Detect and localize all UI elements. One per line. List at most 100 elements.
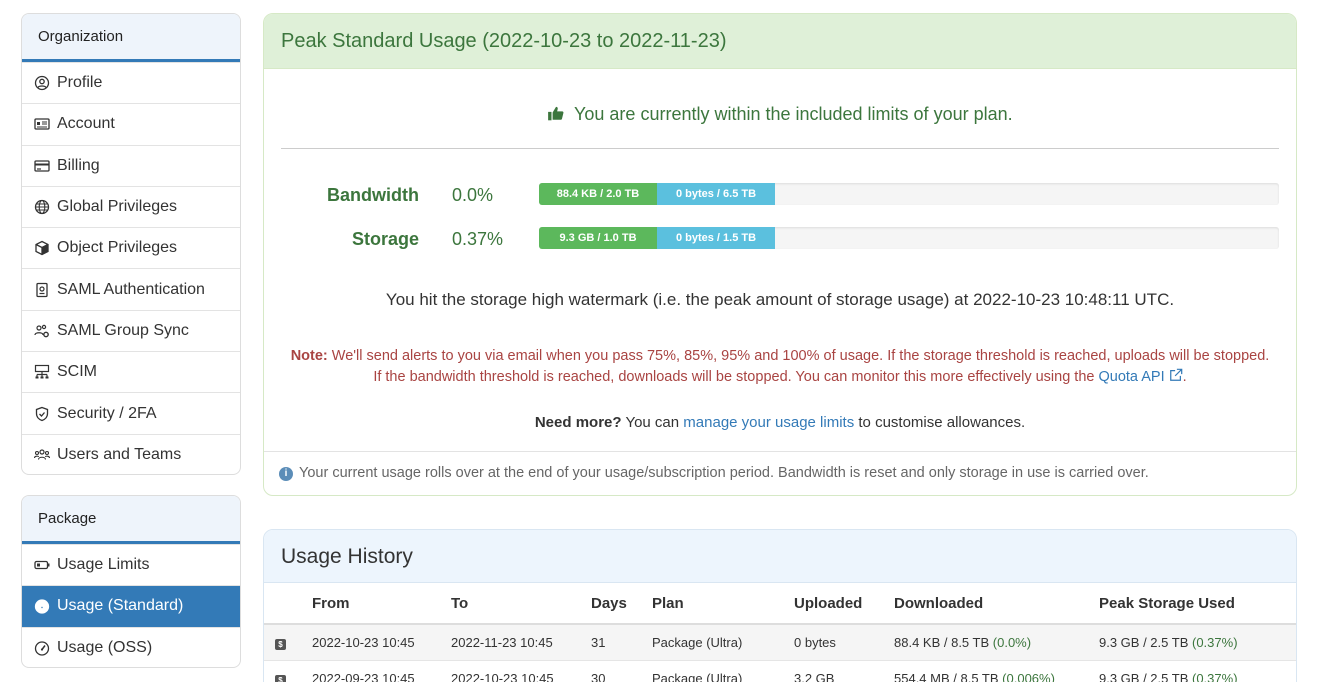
downloaded-cell: 554.4 MB / 8.5 TB (0.006%) <box>894 660 1099 682</box>
days-cell: 30 <box>591 660 652 682</box>
table-header-to: To <box>451 583 591 625</box>
sidebar-item-label: Account <box>57 115 115 133</box>
days-cell: 31 <box>591 624 652 661</box>
gauge-icon <box>33 639 51 657</box>
users-cog-icon <box>33 322 51 340</box>
table-header-downloaded: Downloaded <box>894 583 1099 625</box>
gauge-icon <box>33 597 51 615</box>
table-header-row: From To Days Plan Uploaded Downloaded Pe… <box>264 583 1296 625</box>
storage-used-segment: 9.3 GB / 1.0 TB <box>539 227 657 249</box>
from-cell: 2022-10-23 10:45 <box>312 624 451 661</box>
sidebar-item-billing[interactable]: Billing <box>22 144 240 186</box>
bandwidth-progress-bar: 88.4 KB / 2.0 TB 0 bytes / 6.5 TB <box>539 183 1279 205</box>
billing-period-icon-cell: $ <box>264 624 312 661</box>
dollar-icon: $ <box>275 638 286 650</box>
storage-label: Storage <box>351 229 419 249</box>
usage-history-table: From To Days Plan Uploaded Downloaded Pe… <box>264 583 1296 682</box>
divider <box>281 148 1279 149</box>
sidebar-item-usage-oss[interactable]: Usage (OSS) <box>22 626 240 667</box>
sidebar-item-label: Users and Teams <box>57 445 182 463</box>
sidebar-item-account[interactable]: Account <box>22 103 240 144</box>
uploaded-cell: 3.2 GB <box>794 660 894 682</box>
need-more-text: Need more? You can manage your usage lim… <box>264 414 1296 431</box>
organization-nav: Organization Profile Account Billing Glo… <box>21 13 241 475</box>
sidebar-item-label: Object Privileges <box>57 239 178 257</box>
sidebar-item-object-privileges[interactable]: Object Privileges <box>22 227 240 268</box>
you-can-text: You can <box>625 414 680 431</box>
profile-icon <box>33 74 51 92</box>
table-header-days: Days <box>591 583 652 625</box>
sidebar-item-label: Global Privileges <box>57 198 178 216</box>
note-label: Note: <box>290 348 328 364</box>
id-badge-icon <box>33 281 51 299</box>
sidebar-item-security-2fa[interactable]: Security / 2FA <box>22 392 240 433</box>
sidebar-item-label: SAML Authentication <box>57 280 205 298</box>
table-row: $ 2022-10-23 10:45 2022-11-23 10:45 31 P… <box>264 624 1296 661</box>
bandwidth-meter: Bandwidth 0.0% 88.4 KB / 2.0 TB 0 bytes … <box>264 183 1296 207</box>
quota-api-link-label: Quota API <box>1098 369 1165 385</box>
storage-extra-segment: 0 bytes / 1.5 TB <box>657 227 775 249</box>
cube-icon <box>33 239 51 257</box>
storage-percent: 0.37% <box>452 229 504 249</box>
quota-api-link[interactable]: Quota API <box>1098 368 1183 385</box>
thumbs-up-icon <box>547 104 569 124</box>
billing-period-icon-cell: $ <box>264 660 312 682</box>
within-limits-text: You are currently within the included li… <box>574 104 1013 124</box>
bandwidth-used-segment: 88.4 KB / 2.0 TB <box>539 183 657 205</box>
storage-value: 9.3 GB / 2.5 TB <box>1099 670 1189 682</box>
sidebar-item-saml-authentication[interactable]: SAML Authentication <box>22 268 240 309</box>
need-more-label: Need more? <box>534 414 622 431</box>
peak-usage-title: Peak Standard Usage (2022-10-23 to 2022-… <box>264 14 1296 69</box>
battery-icon <box>33 556 51 574</box>
alert-note: Note: We'll send alerts to you via email… <box>290 348 1270 385</box>
downloaded-percent: (0.0%) <box>992 634 1032 650</box>
plan-cell: Package (Ultra) <box>652 660 794 682</box>
users-icon <box>33 446 51 464</box>
table-header-peak-storage: Peak Storage Used <box>1099 583 1296 625</box>
to-cell: 2022-10-23 10:45 <box>451 660 591 682</box>
bandwidth-label: Bandwidth <box>327 185 419 205</box>
table-row: $ 2022-09-23 10:45 2022-10-23 10:45 30 P… <box>264 660 1296 682</box>
within-limits-message: You are currently within the included li… <box>264 104 1296 125</box>
downloaded-percent: (0.006%) <box>1002 670 1055 682</box>
sidebar-item-usage-standard[interactable]: Usage (Standard) <box>22 585 240 627</box>
dollar-icon: $ <box>275 674 286 682</box>
rollover-info-text: Your current usage rolls over at the end… <box>299 465 1149 481</box>
sidebar-item-label: SAML Group Sync <box>57 321 189 339</box>
uploaded-cell: 0 bytes <box>794 624 894 661</box>
storage-meter: Storage 0.37% 9.3 GB / 1.0 TB 0 bytes / … <box>264 227 1296 251</box>
account-card-icon <box>33 115 51 133</box>
network-icon <box>33 363 51 381</box>
sidebar-item-label: SCIM <box>57 363 97 381</box>
sidebar-item-scim[interactable]: SCIM <box>22 351 240 392</box>
storage-percent-value: (0.37%) <box>1192 670 1238 682</box>
shield-icon <box>33 405 51 423</box>
sidebar-item-profile[interactable]: Profile <box>22 62 240 103</box>
credit-card-icon <box>33 157 51 175</box>
sidebar-item-saml-group-sync[interactable]: SAML Group Sync <box>22 309 240 351</box>
table-header-uploaded: Uploaded <box>794 583 894 625</box>
rollover-info: i Your current usage rolls over at the en… <box>264 451 1296 495</box>
manage-usage-limits-link[interactable]: manage your usage limits <box>683 414 854 431</box>
package-nav: Package Usage Limits Usage (Standard) Us… <box>21 495 241 668</box>
organization-heading: Organization <box>22 14 240 62</box>
from-cell: 2022-09-23 10:45 <box>312 660 451 682</box>
downloaded-cell: 88.4 KB / 8.5 TB (0.0%) <box>894 624 1099 661</box>
sidebar-item-label: Billing <box>57 156 100 174</box>
table-header-from: From <box>312 583 451 625</box>
plan-cell: Package (Ultra) <box>652 624 794 661</box>
peak-storage-cell: 9.3 GB / 2.5 TB (0.37%) <box>1099 660 1296 682</box>
external-link-icon <box>1169 368 1183 385</box>
sidebar-item-label: Usage (Standard) <box>57 597 184 615</box>
usage-history-title: Usage History <box>264 530 1296 583</box>
storage-progress-bar: 9.3 GB / 1.0 TB 0 bytes / 1.5 TB <box>539 227 1279 249</box>
sidebar-item-label: Profile <box>57 74 103 92</box>
to-cell: 2022-11-23 10:45 <box>451 624 591 661</box>
info-icon: i <box>279 467 293 481</box>
sidebar-item-users-and-teams[interactable]: Users and Teams <box>22 433 240 474</box>
sidebar-item-usage-limits[interactable]: Usage Limits <box>22 544 240 585</box>
customise-text: to customise allowances. <box>858 414 1026 431</box>
sidebar-item-global-privileges[interactable]: Global Privileges <box>22 185 240 227</box>
usage-history-panel: Usage History From To Days Plan Uploaded… <box>263 529 1297 682</box>
peak-usage-panel: Peak Standard Usage (2022-10-23 to 2022-… <box>263 13 1297 496</box>
